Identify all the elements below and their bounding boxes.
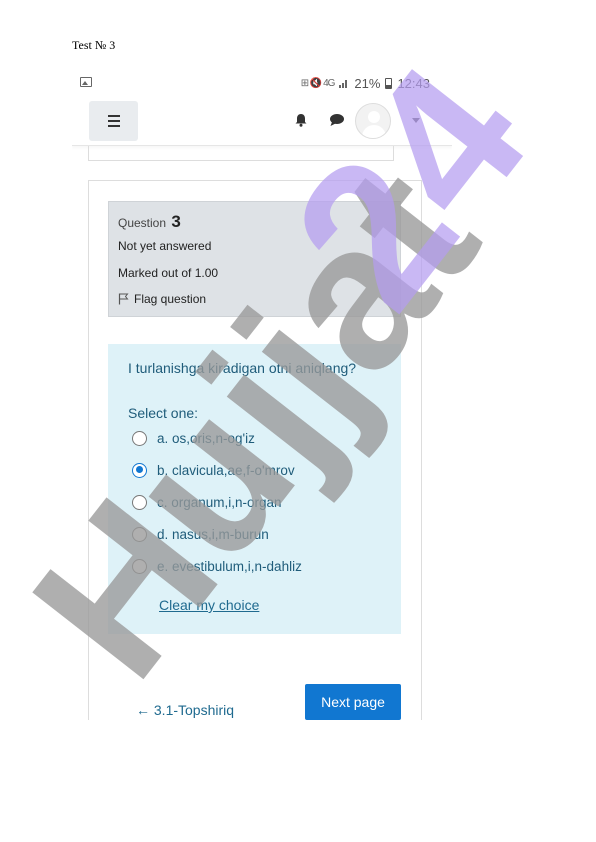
radio-button[interactable] xyxy=(132,526,147,542)
previous-activity-link[interactable]: ← 3.1-Topshiriq xyxy=(136,702,234,718)
chat-bubble-icon[interactable] xyxy=(329,113,345,127)
question-label: Question xyxy=(118,216,167,230)
question-text: I turlanishga kiradigan otni aniqlang? xyxy=(128,360,357,376)
answer-option-a[interactable]: a. os,oris,n-og'iz xyxy=(132,429,255,447)
radio-button[interactable] xyxy=(132,558,147,574)
user-avatar-icon[interactable] xyxy=(355,103,391,139)
radio-button[interactable] xyxy=(132,494,147,510)
flag-question-link[interactable]: Flag question xyxy=(118,292,206,306)
answer-option-b[interactable]: b. clavicula,ae,f-o'mrov xyxy=(132,461,295,479)
radio-button[interactable] xyxy=(132,430,147,446)
status-bar: ⊞ 🔇 4G 21% 12:43 xyxy=(72,74,452,94)
answer-status: Not yet answered xyxy=(118,239,212,253)
top-navbar xyxy=(72,98,452,146)
answer-option-d[interactable]: d. nasus,i,m-burun xyxy=(132,525,269,543)
battery-icon xyxy=(385,78,393,89)
radio-button-selected[interactable] xyxy=(132,462,147,478)
answer-option-label[interactable]: a. os,oris,n-og'iz xyxy=(157,431,255,446)
status-icons: ⊞ 🔇 4G xyxy=(300,78,336,89)
answer-option-label[interactable]: e. evestibulum,i,n-dahliz xyxy=(157,559,302,574)
select-one-label: Select one: xyxy=(128,405,199,421)
document-title: Test № 3 xyxy=(72,38,116,52)
question-info-panel: Question 3 Not yet answered Marked out o… xyxy=(108,201,401,317)
question-number-line: Question 3 xyxy=(118,212,181,232)
battery-percent: 21% xyxy=(354,76,381,91)
hamburger-menu-icon[interactable] xyxy=(89,101,138,141)
question-number: 3 xyxy=(171,212,181,231)
clock: 12:43 xyxy=(397,76,430,91)
flag-question-label[interactable]: Flag question xyxy=(134,292,206,306)
answer-option-label[interactable]: c. organum,i,n-organ xyxy=(157,495,282,510)
flag-icon xyxy=(118,293,129,305)
next-page-button[interactable]: Next page xyxy=(305,684,401,720)
marked-out-of: Marked out of 1.00 xyxy=(118,266,219,280)
signal-icon xyxy=(339,76,349,91)
answer-option-c[interactable]: c. organum,i,n-organ xyxy=(132,493,282,511)
caret-down-icon[interactable] xyxy=(412,118,420,123)
answer-option-e[interactable]: e. evestibulum,i,n-dahliz xyxy=(132,557,302,575)
answer-option-label[interactable]: d. nasus,i,m-burun xyxy=(157,527,269,542)
image-notification-icon xyxy=(80,77,92,87)
clear-choice-link[interactable]: Clear my choice xyxy=(159,597,259,613)
phone-screenshot: ⊞ 🔇 4G 21% 12:43 Question 3 Not yet answ… xyxy=(72,68,452,720)
previous-card-edge xyxy=(88,146,394,161)
question-content-panel: I turlanishga kiradigan otni aniqlang? S… xyxy=(108,344,401,634)
bell-icon[interactable] xyxy=(294,113,308,127)
answer-option-label[interactable]: b. clavicula,ae,f-o'mrov xyxy=(157,463,295,478)
